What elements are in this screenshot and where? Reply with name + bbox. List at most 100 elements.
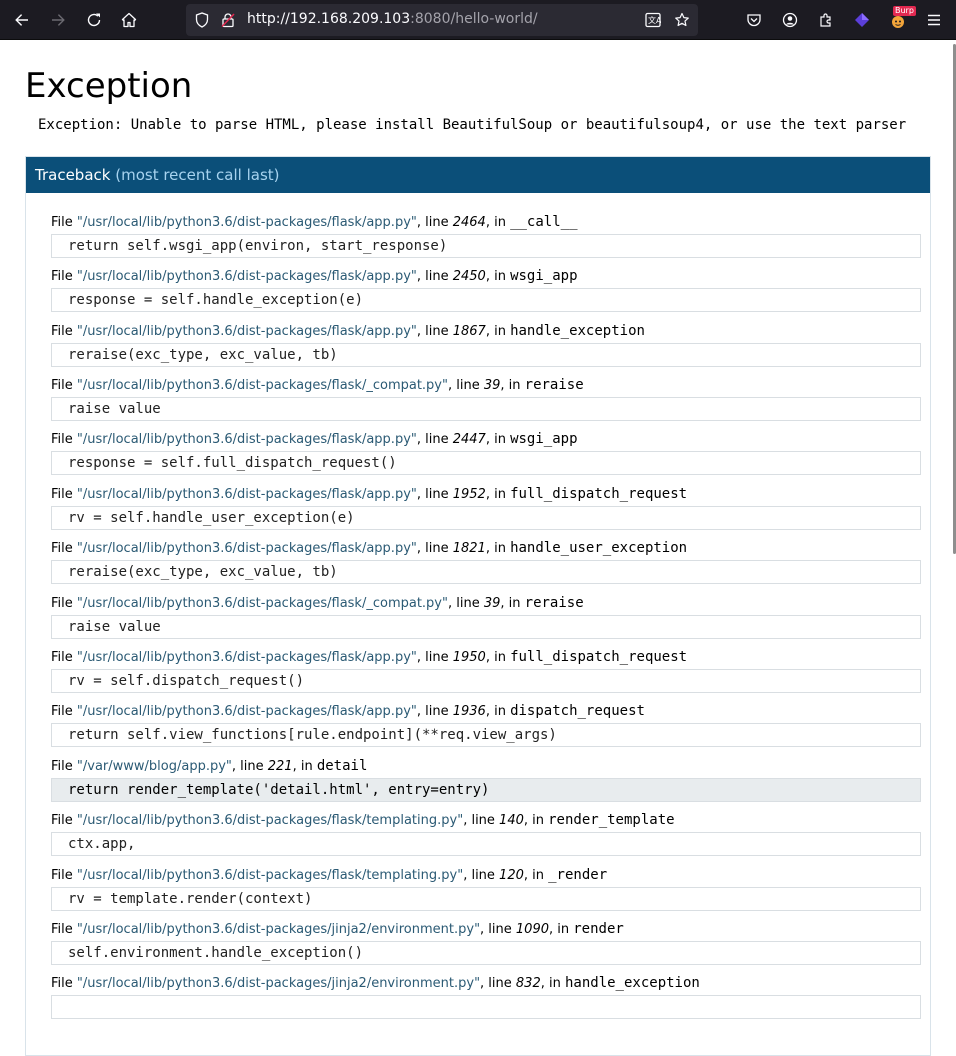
frame-source-line[interactable]: return self.wsgi_app(environ, start_resp… [51, 234, 921, 258]
traceback-frame: File "/usr/local/lib/python3.6/dist-pack… [51, 812, 921, 856]
extensions-button[interactable] [812, 6, 840, 34]
traceback-frame: File "/usr/local/lib/python3.6/dist-pack… [51, 867, 921, 911]
frame-filename: "/usr/local/lib/python3.6/dist-packages/… [76, 269, 417, 284]
frame-source-line[interactable]: self.environment.handle_exception() [51, 941, 921, 965]
traceback-header: Traceback (most recent call last) [26, 157, 930, 193]
in-label: , in [485, 269, 511, 284]
file-label: File [51, 378, 77, 393]
frame-source-line[interactable]: return render_template('detail.html', en… [51, 778, 921, 802]
pocket-icon [747, 14, 761, 27]
menu-button[interactable] [920, 6, 948, 34]
in-label: , in [485, 215, 511, 230]
frame-function: full_dispatch_request [510, 486, 688, 502]
arrow-right-icon [52, 14, 65, 26]
browser-toolbar: http://192.168.209.103:8080/hello-world/… [0, 0, 956, 40]
frame-line-number: 140 [499, 813, 524, 828]
frame-source-line[interactable] [51, 995, 921, 1019]
traceback-subtitle: (most recent call last) [115, 166, 280, 184]
forward-button[interactable] [44, 6, 72, 34]
line-label: , line [416, 432, 453, 447]
frame-location: File "/usr/local/lib/python3.6/dist-pack… [51, 431, 921, 449]
frame-source-line[interactable]: rv = template.render(context) [51, 887, 921, 911]
extension-purple-button[interactable] [848, 6, 876, 34]
file-label: File [51, 976, 77, 991]
shield-icon[interactable] [194, 12, 210, 28]
frame-source-line[interactable]: return self.view_functions[rule.endpoint… [51, 723, 921, 747]
frame-source-line[interactable]: ctx.app, [51, 832, 921, 856]
frame-filename: "/usr/local/lib/python3.6/dist-packages/… [76, 541, 417, 556]
file-label: File [51, 432, 77, 447]
frame-filename: "/usr/local/lib/python3.6/dist-packages/… [76, 813, 464, 828]
frame-source-line[interactable]: rv = self.dispatch_request() [51, 669, 921, 693]
frame-line-number: 39 [483, 596, 501, 611]
cube-extension-icon [855, 13, 869, 27]
frame-source-line[interactable]: rv = self.handle_user_exception(e) [51, 506, 921, 530]
line-label: , line [231, 759, 268, 774]
page-title: Exception [25, 66, 193, 106]
frame-source-line[interactable]: reraise(exc_type, exc_value, tb) [51, 343, 921, 367]
traceback-frame: File "/usr/local/lib/python3.6/dist-pack… [51, 214, 921, 258]
file-label: File [51, 324, 77, 339]
frame-source-line[interactable]: response = self.handle_exception(e) [51, 288, 921, 312]
puzzle-icon [820, 13, 831, 27]
frame-source-line[interactable]: response = self.full_dispatch_request() [51, 451, 921, 475]
home-button[interactable] [115, 6, 143, 34]
account-button[interactable] [776, 6, 804, 34]
frame-function: _render [548, 867, 608, 883]
traceback-frame: File "/var/www/blog/app.py", line 221, i… [51, 758, 921, 802]
frame-line-number: 832 [515, 976, 541, 991]
traceback-frame: File "/usr/local/lib/python3.6/dist-pack… [51, 595, 921, 639]
in-label: , in [500, 596, 525, 611]
frame-function: wsgi_app [510, 431, 578, 447]
frame-function: detail [316, 758, 368, 774]
line-label: , line [416, 487, 453, 502]
traceback-frame: File "/usr/local/lib/python3.6/dist-pack… [51, 431, 921, 475]
frame-location: File "/usr/local/lib/python3.6/dist-pack… [51, 921, 921, 939]
frame-filename: "/usr/local/lib/python3.6/dist-packages/… [76, 378, 448, 393]
in-label: , in [485, 432, 511, 447]
frame-source-line[interactable]: raise value [51, 615, 921, 639]
url-text[interactable]: http://192.168.209.103:8080/hello-world/ [247, 11, 538, 27]
traceback-panel: Traceback (most recent call last) File "… [25, 156, 931, 1056]
frame-location: File "/usr/local/lib/python3.6/dist-pack… [51, 214, 921, 232]
error-message: Exception: Unable to parse HTML, please … [38, 117, 907, 133]
in-label: , in [485, 324, 511, 339]
line-label: , line [480, 976, 516, 991]
frame-function: handle_user_exception [510, 540, 688, 556]
frame-function: reraise [524, 595, 584, 611]
insecure-lock-icon[interactable] [220, 12, 236, 28]
frame-line-number: 1936 [452, 704, 486, 719]
file-label: File [51, 704, 77, 719]
back-button[interactable] [8, 6, 36, 34]
traceback-label: Traceback [35, 166, 111, 184]
pocket-button[interactable] [740, 6, 768, 34]
translate-icon[interactable]: 文A [645, 12, 662, 28]
frame-line-number: 2447 [452, 432, 486, 447]
frame-function: wsgi_app [510, 268, 578, 284]
frame-function: full_dispatch_request [510, 649, 688, 665]
reload-button[interactable] [80, 6, 108, 34]
frame-line-number: 2464 [452, 215, 486, 230]
traceback-frame: File "/usr/local/lib/python3.6/dist-pack… [51, 268, 921, 312]
in-label: , in [523, 868, 549, 883]
line-label: , line [416, 324, 453, 339]
frame-source-line[interactable]: raise value [51, 397, 921, 421]
line-label: , line [447, 596, 484, 611]
frame-line-number: 1952 [452, 487, 486, 502]
frame-line-number: 2450 [452, 269, 486, 284]
file-label: File [51, 487, 77, 502]
frame-location: File "/usr/local/lib/python3.6/dist-pack… [51, 812, 921, 830]
frame-filename: "/usr/local/lib/python3.6/dist-packages/… [76, 324, 417, 339]
home-icon [121, 12, 137, 28]
traceback-frame: File "/usr/local/lib/python3.6/dist-pack… [51, 540, 921, 584]
address-bar[interactable]: http://192.168.209.103:8080/hello-world/… [186, 4, 698, 36]
frame-filename: "/usr/local/lib/python3.6/dist-packages/… [76, 704, 417, 719]
frame-source-line[interactable]: reraise(exc_type, exc_value, tb) [51, 560, 921, 584]
file-label: File [51, 596, 77, 611]
star-icon[interactable] [674, 12, 690, 28]
frame-function: render [573, 921, 624, 937]
arrow-left-icon [15, 14, 28, 26]
frame-line-number: 1867 [452, 324, 486, 339]
traceback-frame: File "/usr/local/lib/python3.6/dist-pack… [51, 703, 921, 747]
frame-function: render_template [548, 812, 675, 828]
